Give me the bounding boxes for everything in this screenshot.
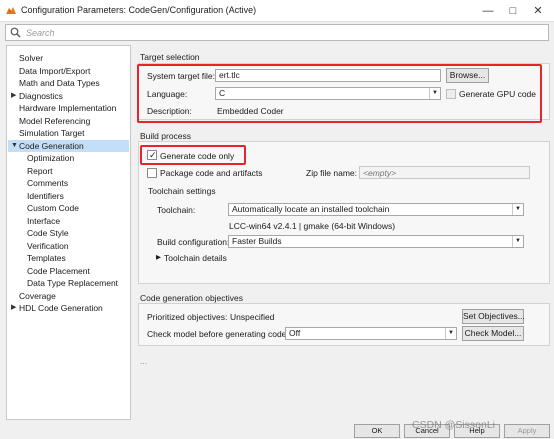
tree-item-label: Comments bbox=[27, 178, 69, 188]
build-process-title: Build process bbox=[140, 131, 192, 141]
check-model-dropdown[interactable]: Off ▼ bbox=[285, 327, 457, 340]
chevron-down-icon: ▼ bbox=[445, 328, 456, 339]
expand-triangle-icon[interactable]: ▶ bbox=[11, 90, 19, 102]
tree-item[interactable]: Math and Data Types bbox=[8, 77, 129, 89]
tree-item-label: Optimization bbox=[27, 153, 75, 163]
toolchain-info: LCC-win64 v2.4.1 | gmake (64-bit Windows… bbox=[229, 221, 396, 231]
build-configuration-label: Build configuration: bbox=[157, 237, 230, 247]
objectives-title: Code generation objectives bbox=[140, 293, 244, 303]
tree-item-label: Identifiers bbox=[27, 190, 64, 201]
tree-item[interactable]: Comments bbox=[8, 177, 129, 189]
window-title: Configuration Parameters: CodeGen/Config… bbox=[21, 5, 257, 15]
tree-item-label: Data Import/Export bbox=[19, 65, 91, 76]
tree-item[interactable]: Optimization bbox=[8, 152, 129, 164]
check-model-label: Check model before generating code: bbox=[147, 329, 289, 339]
zip-file-name-label: Zip file name: bbox=[306, 168, 358, 178]
tree-item[interactable]: Model Referencing bbox=[8, 115, 129, 127]
tree-item-label: Interface bbox=[27, 215, 61, 226]
build-configuration-value: Faster Builds bbox=[232, 236, 282, 246]
search-box[interactable] bbox=[5, 24, 549, 41]
check-model-button[interactable]: Check Model... bbox=[462, 326, 524, 341]
tree-item-label: Model Referencing bbox=[19, 115, 91, 126]
tree-item-label: Verification bbox=[27, 240, 69, 251]
tree-item[interactable]: Coverage bbox=[8, 290, 129, 302]
tree-item-label: Templates bbox=[27, 253, 66, 263]
tree-item-label: Code Style bbox=[27, 228, 69, 238]
title-bar: Configuration Parameters: CodeGen/Config… bbox=[0, 0, 554, 22]
set-objectives-button[interactable]: Set Objectives... bbox=[462, 309, 525, 324]
tree-item[interactable]: Hardware Implementation bbox=[8, 102, 129, 114]
tree-item[interactable]: Solver bbox=[8, 52, 129, 64]
search-input[interactable] bbox=[26, 26, 526, 39]
prioritized-objectives-label: Prioritized objectives: bbox=[147, 312, 228, 322]
package-code-checkbox[interactable] bbox=[147, 168, 157, 178]
tree-item-label: Code Generation bbox=[19, 140, 84, 151]
generate-code-only-highlight bbox=[140, 145, 246, 165]
check-model-value: Off bbox=[289, 328, 301, 338]
toolchain-value: Automatically locate an installed toolch… bbox=[232, 204, 390, 214]
tree-item[interactable]: Identifiers bbox=[8, 190, 129, 202]
expand-triangle-icon[interactable]: ▶ bbox=[11, 302, 19, 314]
zip-file-name-input[interactable] bbox=[359, 166, 530, 179]
tree-item-label: Simulation Target bbox=[19, 128, 85, 138]
watermark: CSDN @SissonLi bbox=[412, 419, 496, 431]
target-selection-title: Target selection bbox=[140, 52, 200, 62]
tree-item-label: Coverage bbox=[19, 290, 56, 301]
toolchain-label: Toolchain: bbox=[157, 205, 196, 215]
tree-item[interactable]: Code Placement bbox=[8, 265, 129, 277]
tree-item[interactable]: Data Import/Export bbox=[8, 65, 129, 77]
tree-item[interactable]: Report bbox=[8, 165, 129, 177]
tree-item[interactable]: ▶ Diagnostics bbox=[8, 90, 129, 102]
minimize-icon[interactable]: — bbox=[475, 2, 501, 20]
ok-button[interactable]: OK bbox=[354, 424, 400, 438]
tree-item[interactable]: Code Style bbox=[8, 227, 129, 239]
tree-item[interactable]: ▶ HDL Code Generation bbox=[8, 302, 129, 314]
more-ellipsis: ... bbox=[140, 356, 148, 366]
chevron-down-icon: ▼ bbox=[512, 204, 523, 215]
close-icon[interactable]: ✕ bbox=[525, 2, 551, 20]
prioritized-objectives-value: Unspecified bbox=[230, 312, 275, 322]
tree-item[interactable]: Simulation Target bbox=[8, 127, 129, 139]
tree-item-label: Diagnostics bbox=[19, 90, 63, 101]
package-code-label: Package code and artifacts bbox=[160, 168, 263, 178]
toolchain-settings-title: Toolchain settings bbox=[148, 186, 216, 196]
toolchain-details-toggle[interactable]: Toolchain details bbox=[164, 253, 227, 263]
category-tree: Solver Data Import/Export Math and Data Ty… bbox=[6, 45, 131, 420]
tree-item[interactable]: Verification bbox=[8, 240, 129, 252]
maximize-icon[interactable]: □ bbox=[500, 2, 526, 20]
apply-button[interactable]: Apply bbox=[504, 424, 550, 438]
tree-item-label: HDL Code Generation bbox=[19, 303, 103, 313]
search-icon bbox=[10, 27, 21, 38]
tree-item-label: Code Placement bbox=[27, 265, 90, 276]
tree-item-label: Math and Data Types bbox=[19, 78, 100, 88]
tree-item-label: Solver bbox=[19, 53, 44, 63]
toolchain-dropdown[interactable]: Automatically locate an installed toolch… bbox=[228, 203, 524, 216]
tree-item[interactable]: Data Type Replacement bbox=[8, 277, 129, 289]
collapse-triangle-icon[interactable]: ▼ bbox=[11, 140, 19, 152]
tree-item[interactable]: Custom Code bbox=[8, 202, 129, 214]
build-configuration-dropdown[interactable]: Faster Builds ▼ bbox=[228, 235, 524, 248]
tree-item-label: Report bbox=[27, 165, 53, 176]
tree-item[interactable]: Interface bbox=[8, 215, 129, 227]
tree-item-label: Custom Code bbox=[27, 203, 79, 213]
simulink-app-icon bbox=[6, 7, 16, 14]
chevron-down-icon: ▼ bbox=[512, 236, 523, 247]
tree-item-label: Data Type Replacement bbox=[27, 278, 119, 288]
target-selection-highlight bbox=[137, 64, 542, 123]
tree-item-label: Hardware Implementation bbox=[19, 103, 117, 113]
tree-item[interactable]: Templates bbox=[8, 252, 129, 264]
tree-item[interactable]: ▼ Code Generation bbox=[8, 139, 129, 152]
expand-triangle-icon[interactable]: ▶ bbox=[156, 253, 161, 261]
